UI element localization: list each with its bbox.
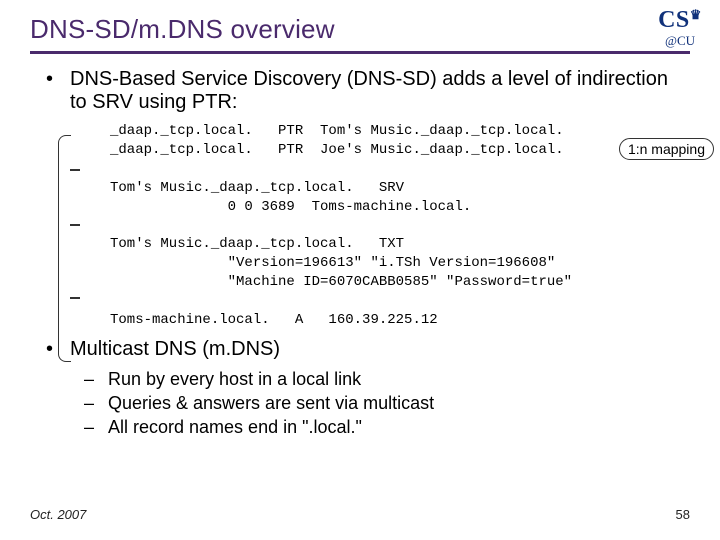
code-l7: Tom's Music._daap._tcp.local. TXT (110, 236, 404, 252)
footer-page-number: 58 (676, 507, 690, 522)
logo-bottom: @CU (652, 34, 708, 47)
logo-top: CS♛ (652, 8, 708, 32)
dash-icon: – (84, 415, 108, 439)
logo-cs: CS (658, 7, 690, 33)
slide: CS♛ @CU DNS-SD/m.DNS overview • DNS-Base… (0, 0, 720, 540)
dash-icon: – (84, 367, 108, 391)
code-l8: "Version=196613" "i.TSh Version=196608" (110, 255, 555, 271)
bullet-icon: • (46, 68, 53, 91)
slide-title: DNS-SD/m.DNS overview (30, 14, 690, 45)
sub2-text: Queries & answers are sent via multicast (108, 393, 434, 413)
logo: CS♛ @CU (652, 8, 708, 47)
footer-date: Oct. 2007 (30, 507, 86, 522)
title-rule (30, 51, 690, 54)
callout-1n-mapping: 1:n mapping (619, 138, 714, 160)
crown-icon: ♛ (690, 7, 702, 22)
footer: Oct. 2007 58 (30, 507, 690, 522)
sub-item: –Queries & answers are sent via multicas… (108, 391, 690, 415)
bullet-dns-sd: • DNS-Based Service Discovery (DNS-SD) a… (70, 68, 690, 114)
sub1-text: Run by every host in a local link (108, 369, 361, 389)
code-l2: _daap._tcp.local. PTR Joe's Music._daap.… (110, 142, 564, 158)
sub-item: –All record names end in ".local." (108, 415, 690, 439)
sub-item: –Run by every host in a local link (108, 367, 690, 391)
brace-tick (70, 297, 80, 299)
code-l11: Toms-machine.local. A 160.39.225.12 (110, 312, 438, 328)
bullet-mdns-text: Multicast DNS (m.DNS) (70, 338, 280, 360)
code-l4: Tom's Music._daap._tcp.local. SRV (110, 180, 404, 196)
code-block: _daap._tcp.local. PTR Tom's Music._daap.… (110, 122, 690, 330)
code-l1: _daap._tcp.local. PTR Tom's Music._daap.… (110, 123, 564, 139)
code-l9: "Machine ID=6070CABB0585" "Password=true… (110, 274, 572, 290)
brace-tick (70, 169, 80, 171)
sub3-text: All record names end in ".local." (108, 417, 362, 437)
bullet-mdns: • Multicast DNS (m.DNS) (70, 338, 690, 361)
code-l5: 0 0 3689 Toms-machine.local. (110, 199, 471, 215)
brace-tick (70, 224, 80, 226)
bullet-icon: • (46, 338, 53, 361)
sub-bullets: –Run by every host in a local link –Quer… (108, 367, 690, 440)
dash-icon: – (84, 391, 108, 415)
slide-body: • DNS-Based Service Discovery (DNS-SD) a… (70, 68, 690, 440)
bullet-dns-sd-text: DNS-Based Service Discovery (DNS-SD) add… (70, 68, 668, 113)
